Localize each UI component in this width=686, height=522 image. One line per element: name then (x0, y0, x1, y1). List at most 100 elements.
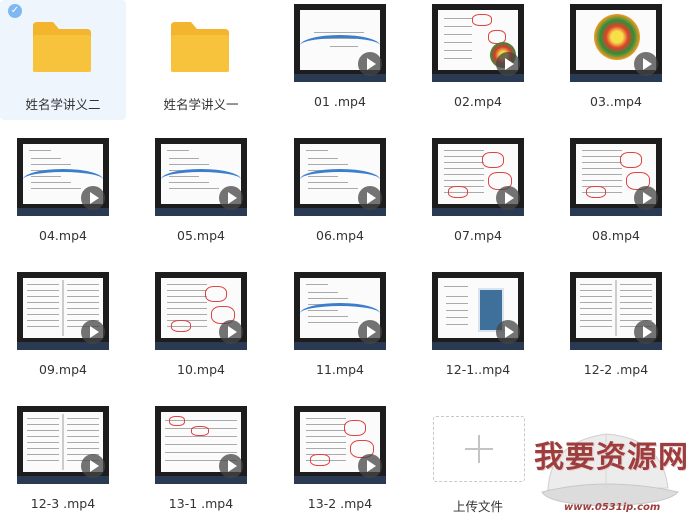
text-line (306, 442, 346, 443)
video-thumbnail[interactable] (155, 272, 247, 350)
video-thumbnail[interactable] (294, 138, 386, 216)
video-tile[interactable]: 13-1 .mp4 (138, 402, 264, 522)
play-icon[interactable] (81, 320, 105, 344)
play-icon[interactable] (634, 186, 658, 210)
text-line (446, 317, 468, 318)
text-line (67, 442, 99, 443)
text-line (167, 296, 207, 297)
video-thumbnail[interactable] (570, 4, 662, 82)
text-line (67, 436, 99, 437)
text-line (446, 324, 468, 325)
annotation-mark (472, 14, 492, 26)
video-thumbnail[interactable] (432, 138, 524, 216)
play-icon[interactable] (496, 320, 520, 344)
text-line (67, 308, 99, 309)
folder-tile[interactable]: ✓ 姓名学讲义二 (0, 0, 126, 120)
text-line (27, 320, 59, 321)
play-icon[interactable] (358, 186, 382, 210)
video-thumbnail[interactable] (17, 272, 109, 350)
play-icon[interactable] (496, 52, 520, 76)
text-line (27, 314, 59, 315)
play-icon[interactable] (634, 320, 658, 344)
book-spine (62, 414, 64, 470)
text-line (620, 290, 652, 291)
play-icon[interactable] (219, 320, 243, 344)
text-line (27, 290, 59, 291)
folder-tile[interactable]: 姓名学讲义一 (138, 0, 264, 120)
video-tile[interactable]: 09.mp4 (0, 268, 126, 388)
annotation-mark (620, 152, 642, 168)
video-tile[interactable]: 07.mp4 (415, 134, 541, 254)
play-icon[interactable] (358, 320, 382, 344)
text-line (444, 156, 484, 157)
text-line (167, 150, 189, 151)
text-line (306, 424, 346, 425)
video-thumbnail[interactable] (294, 272, 386, 350)
text-line (580, 302, 612, 303)
video-tile[interactable]: 12-1..mp4 (415, 268, 541, 388)
video-tile[interactable]: 05.mp4 (138, 134, 264, 254)
text-line (582, 150, 622, 151)
text-line (308, 298, 348, 299)
text-line (67, 424, 99, 425)
file-name: 09.mp4 (39, 362, 87, 377)
video-tile[interactable]: 02.mp4 (415, 0, 541, 120)
upload-tile[interactable]: 上传文件 (415, 402, 541, 522)
video-tile[interactable]: 01 .mp4 (277, 0, 403, 120)
text-line (167, 314, 207, 315)
file-name: 12-2 .mp4 (583, 362, 649, 377)
text-line (306, 418, 346, 419)
annotation-mark (344, 420, 366, 436)
play-icon[interactable] (358, 454, 382, 478)
video-tile[interactable]: 12-3 .mp4 (0, 402, 126, 522)
video-thumbnail[interactable] (294, 4, 386, 82)
play-icon[interactable] (81, 186, 105, 210)
text-line (27, 296, 59, 297)
video-tile[interactable]: 11.mp4 (277, 268, 403, 388)
text-line (27, 436, 59, 437)
video-thumbnail[interactable] (155, 138, 247, 216)
check-icon[interactable]: ✓ (8, 4, 22, 18)
file-name: 08.mp4 (592, 228, 640, 243)
text-line (308, 158, 338, 159)
play-icon[interactable] (358, 52, 382, 76)
plus-icon (478, 435, 480, 463)
text-line (167, 308, 207, 309)
annotation-mark (310, 454, 330, 466)
text-line (67, 448, 99, 449)
video-tile[interactable]: 10.mp4 (138, 268, 264, 388)
text-line (167, 284, 207, 285)
file-name: 01 .mp4 (314, 94, 366, 109)
video-thumbnail[interactable] (570, 272, 662, 350)
video-thumbnail[interactable] (432, 4, 524, 82)
text-line (308, 164, 348, 165)
play-icon[interactable] (219, 186, 243, 210)
play-icon[interactable] (219, 454, 243, 478)
video-tile[interactable]: 12-2 .mp4 (553, 268, 679, 388)
folder-icon (33, 22, 91, 72)
video-thumbnail[interactable] (294, 406, 386, 484)
video-thumbnail[interactable] (570, 138, 662, 216)
video-thumbnail[interactable] (432, 272, 524, 350)
video-thumbnail[interactable] (17, 406, 109, 484)
book-spine (615, 280, 617, 336)
upload-box[interactable] (433, 416, 525, 482)
text-line (306, 448, 346, 449)
file-name: 05.mp4 (177, 228, 225, 243)
play-icon[interactable] (81, 454, 105, 478)
text-line (27, 418, 59, 419)
file-name: 上传文件 (452, 499, 503, 514)
video-tile[interactable]: 03..mp4 (553, 0, 679, 120)
video-tile[interactable]: 06.mp4 (277, 134, 403, 254)
annotation-mark (171, 320, 191, 332)
video-thumbnail[interactable] (17, 138, 109, 216)
play-icon[interactable] (496, 186, 520, 210)
video-thumbnail[interactable] (155, 406, 247, 484)
file-name: 12-1..mp4 (445, 362, 511, 377)
play-icon[interactable] (634, 52, 658, 76)
text-line (169, 164, 209, 165)
video-tile[interactable]: 08.mp4 (553, 134, 679, 254)
video-tile[interactable]: 04.mp4 (0, 134, 126, 254)
text-line (67, 418, 99, 419)
video-tile[interactable]: 13-2 .mp4 (277, 402, 403, 522)
